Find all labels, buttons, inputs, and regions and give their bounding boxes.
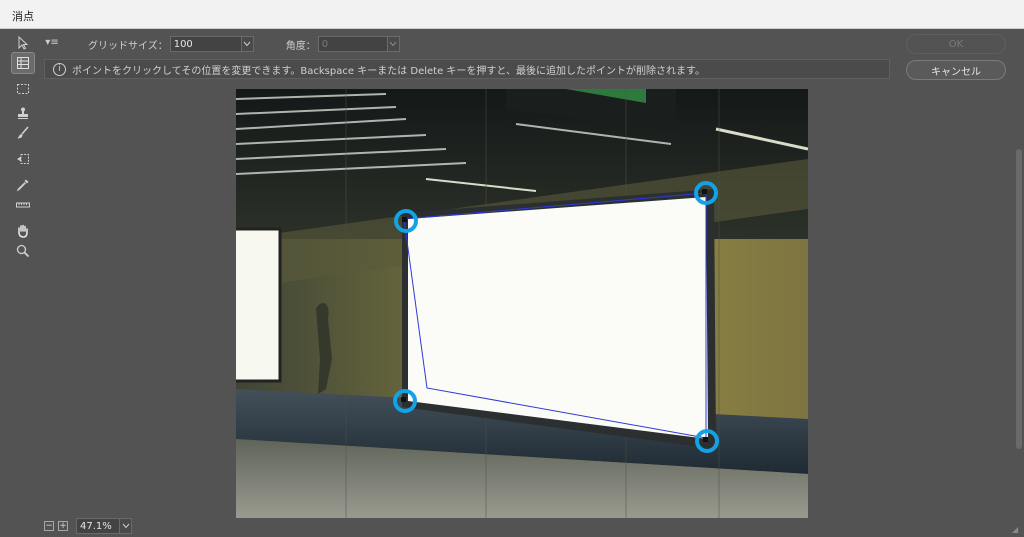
zoom-out-button[interactable]: −	[44, 521, 54, 531]
info-icon: i	[53, 62, 66, 76]
subway-billboard-photo[interactable]	[236, 89, 808, 518]
title-bar: 消点	[0, 0, 1024, 29]
vanishing-point-dialog: ▾≡ グリッドサイズ： 100 角度： 0 OK キャンセル i ポイントをクリ…	[0, 29, 1024, 537]
hand-tool-icon[interactable]	[12, 221, 34, 241]
info-bar: i ポイントをクリックしてその位置を変更できます。Backspace キーまたは…	[44, 59, 890, 79]
options-bar: ▾≡ グリッドサイズ： 100 角度： 0	[44, 34, 884, 54]
stamp-tool-icon[interactable]	[12, 103, 34, 123]
vertical-scrollbar[interactable]	[1016, 89, 1022, 519]
chevron-down-icon[interactable]	[240, 37, 253, 51]
grid-size-value[interactable]: 100	[171, 39, 241, 50]
ok-button[interactable]: OK	[906, 34, 1006, 54]
scrollbar-thumb[interactable]	[1016, 149, 1022, 449]
chevron-down-icon[interactable]	[386, 37, 399, 51]
resize-grip-icon[interactable]: ◢	[1012, 525, 1020, 534]
preview-canvas[interactable]	[236, 89, 808, 518]
transform-tool-icon[interactable]	[12, 149, 34, 169]
info-message: ポイントをクリックしてその位置を変更できます。Backspace キーまたは D…	[72, 65, 706, 77]
angle-value[interactable]: 0	[319, 39, 387, 50]
angle-label: 角度：	[285, 40, 316, 52]
grid-size-field[interactable]: 100	[169, 36, 254, 52]
eyedropper-tool-icon[interactable]	[12, 175, 34, 195]
zoom-in-button[interactable]: +	[58, 521, 68, 531]
grid-size-label: グリッドサイズ：	[88, 40, 168, 52]
zoom-field[interactable]: 47.1%	[76, 518, 132, 534]
brush-tool-icon[interactable]	[12, 123, 34, 143]
tool-panel	[6, 29, 40, 537]
plane-menu-icon[interactable]: ▾≡	[44, 37, 60, 51]
zoom-tool-icon[interactable]	[12, 241, 34, 261]
marquee-tool-icon[interactable]	[12, 79, 34, 99]
window-title: 消点	[12, 10, 34, 23]
chevron-down-icon[interactable]	[119, 519, 131, 533]
status-bar: − + 47.1%	[44, 518, 944, 534]
zoom-value[interactable]: 47.1%	[77, 521, 119, 532]
cancel-button[interactable]: キャンセル	[906, 60, 1006, 80]
measure-tool-icon[interactable]	[12, 195, 34, 215]
create-plane-tool-icon[interactable]	[11, 52, 35, 74]
edit-plane-tool-icon[interactable]	[12, 33, 34, 53]
angle-field[interactable]: 0	[317, 36, 400, 52]
